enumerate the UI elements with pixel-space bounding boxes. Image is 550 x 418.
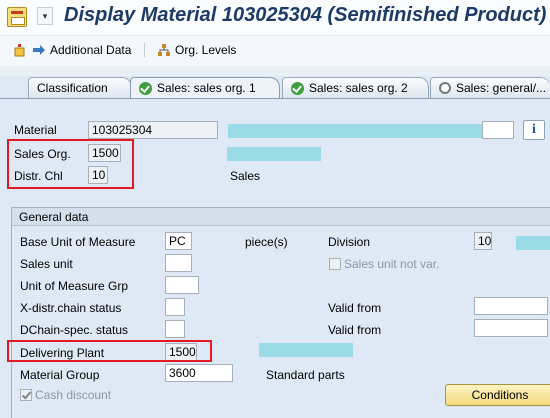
- sales-unit-label: Sales unit: [20, 257, 73, 271]
- org-levels-label: Org. Levels: [175, 43, 237, 57]
- material-label: Material: [14, 123, 57, 137]
- cash-discount-label: Cash discount: [35, 388, 112, 402]
- toolbar-separator: [144, 43, 145, 57]
- division-label: Division: [328, 235, 371, 249]
- org-levels-button[interactable]: Org. Levels: [157, 41, 236, 59]
- highlight-box-delivering-plant: [7, 340, 212, 362]
- arrow-right-icon: [32, 43, 46, 57]
- tab-sales-org-1[interactable]: Sales: sales org. 1: [130, 77, 280, 98]
- base-uom-description: piece(s): [245, 235, 288, 249]
- distr-chl-description: Sales: [230, 169, 261, 183]
- material-description-block: [228, 124, 482, 138]
- valid-from-field-1[interactable]: [474, 297, 548, 315]
- material-group-label: Material Group: [20, 368, 100, 382]
- stack-icon: [14, 43, 28, 57]
- sales-unit-not-var-label: Sales unit not var.: [344, 257, 440, 271]
- tab-sales-general[interactable]: Sales: general/...: [430, 77, 550, 98]
- tab-sales-org-2[interactable]: Sales: sales org. 2: [282, 77, 429, 98]
- tab-label: Sales: sales org. 1: [157, 81, 256, 95]
- highlight-box-sales-area: [7, 139, 134, 189]
- check-icon: [291, 81, 304, 95]
- info-icon[interactable]: [523, 120, 545, 140]
- material-description-field[interactable]: [482, 121, 514, 139]
- cash-discount-checkbox[interactable]: [20, 389, 32, 401]
- tab-label: Classification: [37, 81, 108, 95]
- radio-icon: [439, 82, 451, 94]
- valid-from-label-1: Valid from: [328, 301, 382, 315]
- uom-grp-label: Unit of Measure Grp: [20, 279, 129, 293]
- delivering-plant-description-block: [259, 343, 353, 357]
- sales-org-description-block: [227, 147, 321, 161]
- uom-grp-field[interactable]: [165, 276, 199, 294]
- sales-unit-field[interactable]: [165, 254, 192, 272]
- tab-classification[interactable]: Classification: [28, 77, 132, 98]
- material-field[interactable]: 103025304: [88, 121, 218, 139]
- general-data-title: General data: [19, 210, 89, 224]
- division-field[interactable]: 10: [474, 232, 492, 250]
- additional-data-label: Additional Data: [50, 43, 132, 57]
- x-distr-chain-status-label: X-distr.chain status: [20, 301, 122, 315]
- check-icon: [139, 81, 152, 95]
- base-uom-label: Base Unit of Measure: [20, 235, 136, 249]
- conditions-button[interactable]: Conditions: [445, 384, 550, 406]
- material-group-description: Standard parts: [266, 368, 345, 382]
- org-structure-icon: [157, 43, 171, 57]
- dchain-spec-status-field[interactable]: [165, 320, 185, 338]
- material-group-field[interactable]: 3600: [165, 364, 233, 382]
- additional-data-button[interactable]: Additional Data: [14, 41, 131, 59]
- base-uom-field[interactable]: PC: [165, 232, 192, 250]
- tab-label: Sales: sales org. 2: [309, 81, 408, 95]
- general-data-header: [12, 208, 550, 226]
- division-description-block: [516, 236, 550, 250]
- sap-menu-icon[interactable]: [7, 7, 27, 27]
- valid-from-field-2[interactable]: [474, 319, 548, 337]
- dchain-spec-status-label: DChain-spec. status: [20, 323, 129, 337]
- tab-label: Sales: general/...: [456, 81, 547, 95]
- page-title: Display Material 103025304 (Semifinished…: [64, 4, 547, 26]
- x-distr-chain-status-field[interactable]: [165, 298, 185, 316]
- menu-caret-button[interactable]: ▾: [37, 7, 53, 25]
- content-top-strip: [0, 66, 550, 76]
- sales-unit-not-var-checkbox[interactable]: [329, 258, 341, 270]
- valid-from-label-2: Valid from: [328, 323, 382, 337]
